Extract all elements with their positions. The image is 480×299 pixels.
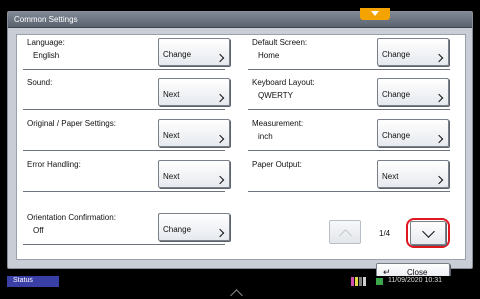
chevron-right-icon: [215, 228, 225, 238]
status-button[interactable]: Status: [7, 276, 59, 287]
chevron-right-icon: [434, 53, 444, 63]
measurement-change-button[interactable]: Change: [377, 119, 449, 147]
window-title: Common Settings: [14, 15, 78, 24]
collapse-tab-icon[interactable]: [360, 8, 390, 20]
default-screen-change-button[interactable]: Change: [377, 38, 449, 66]
setting-label: Default Screen:: [252, 38, 308, 47]
setting-value: QWERTY: [258, 91, 293, 100]
setting-label: Orientation Confirmation:: [27, 213, 116, 222]
page-up-button[interactable]: [329, 220, 361, 244]
setting-value: Home: [258, 51, 280, 60]
page-down-button[interactable]: [410, 221, 446, 245]
chevron-up-icon: [339, 229, 352, 242]
button-label: Next: [163, 130, 180, 140]
button-label: Change: [163, 49, 192, 59]
button-label: Change: [382, 49, 411, 59]
button-label: Change: [382, 89, 411, 99]
chevron-right-icon: [215, 93, 225, 103]
setting-label: Keyboard Layout:: [252, 78, 315, 87]
chevron-right-icon: [215, 175, 225, 185]
setting-value: English: [33, 51, 60, 60]
chevron-right-icon: [215, 53, 225, 63]
button-label: Next: [163, 89, 180, 99]
keyboard-layout-change-button[interactable]: Change: [377, 78, 449, 106]
setting-label: Original / Paper Settings:: [27, 119, 116, 128]
page-indicator: 1/4: [379, 229, 391, 238]
setting-label: Sound:: [27, 78, 53, 87]
setting-label: Paper Output:: [252, 160, 302, 169]
paper-output-next-button[interactable]: Next: [377, 160, 449, 188]
setting-label: Measurement:: [252, 119, 304, 128]
orientation-confirmation-change-button[interactable]: Change: [158, 213, 230, 241]
chevron-right-icon: [434, 175, 444, 185]
network-status-icon: [376, 278, 383, 285]
error-handling-next-button[interactable]: Next: [158, 160, 230, 188]
title-bar: Common Settings: [8, 8, 472, 28]
chevron-up-icon: [230, 289, 243, 299]
toner-level-icon: [351, 277, 371, 286]
common-settings-window: Common Settings Language: English Change…: [7, 8, 473, 281]
datetime: 11/09/2020 10:31: [388, 277, 442, 284]
chevron-right-icon: [434, 134, 444, 144]
original-paper-next-button[interactable]: Next: [158, 119, 230, 147]
button-label: Next: [163, 171, 180, 181]
button-label: Change: [382, 130, 411, 140]
setting-value: inch: [258, 132, 273, 141]
button-label: Next: [382, 171, 399, 181]
sound-next-button[interactable]: Next: [158, 78, 230, 106]
button-label: Change: [163, 224, 192, 234]
chevron-down-icon: [422, 225, 435, 238]
status-label: Status: [13, 277, 33, 284]
settings-list: Language: English Change Default Screen:…: [16, 34, 466, 281]
setting-label: Language:: [27, 38, 65, 47]
status-bar: Status 11/09/2020 10:31: [0, 276, 480, 287]
chevron-right-icon: [215, 134, 225, 144]
setting-value: Off: [33, 226, 44, 235]
setting-label: Error Handling:: [27, 160, 81, 169]
language-change-button[interactable]: Change: [158, 38, 230, 66]
chevron-right-icon: [434, 93, 444, 103]
